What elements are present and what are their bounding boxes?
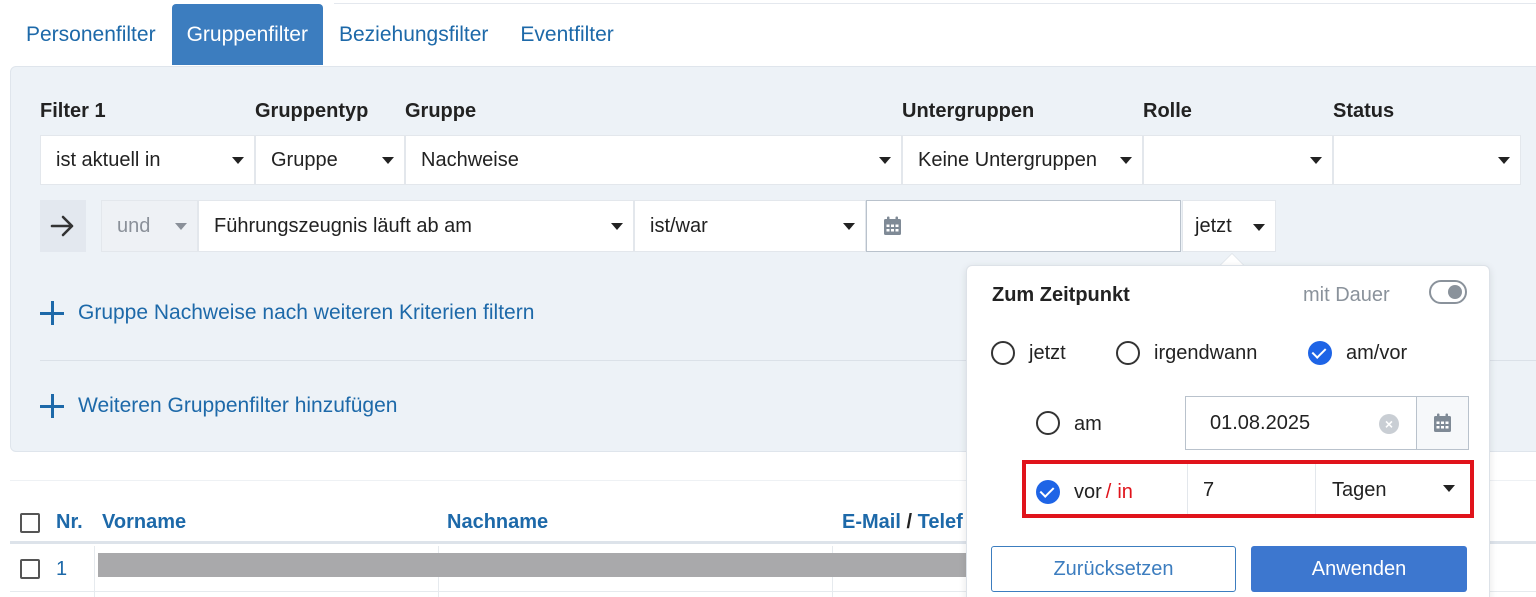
add-group-filter-label: Weiteren Gruppenfilter hinzufügen bbox=[78, 394, 398, 417]
status-select[interactable] bbox=[1333, 135, 1521, 185]
redacted-content bbox=[98, 553, 970, 577]
am-radio[interactable] bbox=[1036, 411, 1060, 435]
untergruppen-select[interactable]: Keine Untergruppen bbox=[902, 135, 1143, 185]
operator-value: ist/war bbox=[650, 214, 708, 237]
date-field[interactable] bbox=[866, 200, 1181, 252]
filter-number-heading: Filter 1 bbox=[40, 100, 106, 122]
caret-down-icon bbox=[879, 157, 891, 164]
popover-title: Zum Zeitpunkt bbox=[992, 284, 1130, 306]
unit-select[interactable]: Tagen bbox=[1315, 464, 1467, 514]
arrow-right-icon bbox=[50, 215, 74, 237]
option-am-vor-checkbox[interactable] bbox=[1308, 341, 1332, 365]
option-irgendwann-label: irgendwann bbox=[1154, 342, 1258, 364]
caret-down-icon bbox=[1253, 224, 1265, 231]
column-separator: / bbox=[906, 511, 913, 533]
untergruppen-heading: Untergruppen bbox=[902, 100, 1035, 122]
time-point-popover: Zum Zeitpunkt mit Dauer jetzt irgendwann… bbox=[966, 265, 1490, 597]
caret-down-icon bbox=[232, 157, 244, 164]
toggle-knob bbox=[1448, 285, 1462, 299]
row-checkbox[interactable] bbox=[20, 559, 40, 579]
caret-down-icon bbox=[1498, 157, 1510, 164]
status-heading: Status bbox=[1333, 100, 1395, 122]
rolle-heading: Rolle bbox=[1143, 100, 1192, 122]
calendar-icon bbox=[884, 216, 901, 235]
caret-down-icon bbox=[1310, 157, 1322, 164]
column-vorname[interactable]: Vorname bbox=[102, 511, 186, 534]
filter-tabs: Personenfilter Gruppenfilter Beziehungsf… bbox=[10, 4, 630, 65]
apply-button[interactable]: Anwenden bbox=[1251, 546, 1467, 592]
time-mode-select[interactable]: jetzt bbox=[1182, 200, 1276, 252]
column-email-label: E-Mail bbox=[842, 511, 901, 533]
unit-value: Tagen bbox=[1332, 479, 1387, 501]
plus-icon bbox=[40, 301, 64, 325]
vor-in-checkbox[interactable] bbox=[1036, 480, 1060, 504]
gruppe-value: Nachweise bbox=[421, 148, 519, 171]
tab-beziehungsfilter[interactable]: Beziehungsfilter bbox=[323, 4, 504, 65]
vor-label: vor bbox=[1074, 481, 1102, 503]
am-date-value: 01.08.2025 bbox=[1210, 412, 1311, 434]
connector-value: und bbox=[117, 214, 151, 237]
operator-select[interactable]: ist/war bbox=[634, 200, 866, 252]
option-jetzt-label: jetzt bbox=[1029, 342, 1066, 364]
gruppe-select[interactable]: Nachweise bbox=[405, 135, 902, 185]
column-telefon-label: Telef bbox=[917, 511, 963, 533]
add-criteria-label: Gruppe Nachweise nach weiteren Kriterien… bbox=[78, 301, 535, 324]
calendar-button[interactable] bbox=[1416, 397, 1468, 449]
duration-toggle[interactable] bbox=[1429, 280, 1467, 304]
column-divider bbox=[94, 546, 95, 597]
calendar-icon bbox=[1434, 413, 1451, 432]
caret-down-icon bbox=[1443, 485, 1455, 492]
gruppentyp-heading: Gruppentyp bbox=[255, 100, 369, 122]
tab-gruppenfilter[interactable]: Gruppenfilter bbox=[171, 4, 323, 65]
vor-in-label: vor / in bbox=[1074, 481, 1133, 504]
option-irgendwann-radio[interactable] bbox=[1116, 341, 1140, 365]
tab-eventfilter[interactable]: Eventfilter bbox=[504, 4, 629, 65]
duration-label: mit Dauer bbox=[1303, 284, 1390, 306]
condition-value: ist aktuell in bbox=[56, 148, 161, 171]
column-nachname[interactable]: Nachname bbox=[447, 511, 548, 534]
caret-down-icon bbox=[1120, 157, 1132, 164]
rolle-select[interactable] bbox=[1143, 135, 1333, 185]
option-am-vor-label: am/vor bbox=[1346, 342, 1408, 364]
option-jetzt-radio[interactable] bbox=[991, 341, 1015, 365]
in-label: in bbox=[1117, 481, 1133, 503]
vor-in-separator: / bbox=[1105, 481, 1112, 503]
plus-icon bbox=[40, 394, 64, 418]
time-mode-value: jetzt bbox=[1195, 214, 1232, 237]
condition-select[interactable]: ist aktuell in bbox=[40, 135, 255, 185]
add-group-filter-link[interactable]: Weiteren Gruppenfilter hinzufügen bbox=[40, 394, 397, 418]
am-date-field[interactable]: 01.08.2025 × bbox=[1185, 396, 1469, 450]
sub-criterion-arrow bbox=[40, 200, 86, 252]
add-criteria-link[interactable]: Gruppe Nachweise nach weiteren Kriterien… bbox=[40, 301, 534, 325]
am-label: am bbox=[1074, 413, 1102, 435]
gruppentyp-value: Gruppe bbox=[271, 148, 338, 171]
caret-down-icon bbox=[611, 223, 623, 230]
tab-personenfilter[interactable]: Personenfilter bbox=[10, 4, 172, 65]
connector-select[interactable]: und bbox=[101, 200, 198, 252]
criterion-select[interactable]: Führungszeugnis läuft ab am bbox=[198, 200, 634, 252]
caret-down-icon bbox=[175, 223, 187, 230]
caret-down-icon bbox=[382, 157, 394, 164]
criterion-value: Führungszeugnis läuft ab am bbox=[214, 214, 472, 237]
gruppe-heading: Gruppe bbox=[405, 100, 477, 122]
caret-down-icon bbox=[843, 223, 855, 230]
clear-icon[interactable]: × bbox=[1379, 414, 1399, 434]
select-all-checkbox[interactable] bbox=[20, 513, 40, 533]
gruppentyp-select[interactable]: Gruppe bbox=[255, 135, 405, 185]
row-number[interactable]: 1 bbox=[56, 558, 67, 581]
column-nr[interactable]: Nr. bbox=[56, 511, 83, 534]
reset-button[interactable]: Zurücksetzen bbox=[991, 546, 1236, 592]
amount-input[interactable]: 7 bbox=[1187, 464, 1315, 514]
column-email[interactable]: E-Mail / Telef bbox=[842, 511, 963, 534]
untergruppen-value: Keine Untergruppen bbox=[918, 148, 1098, 171]
